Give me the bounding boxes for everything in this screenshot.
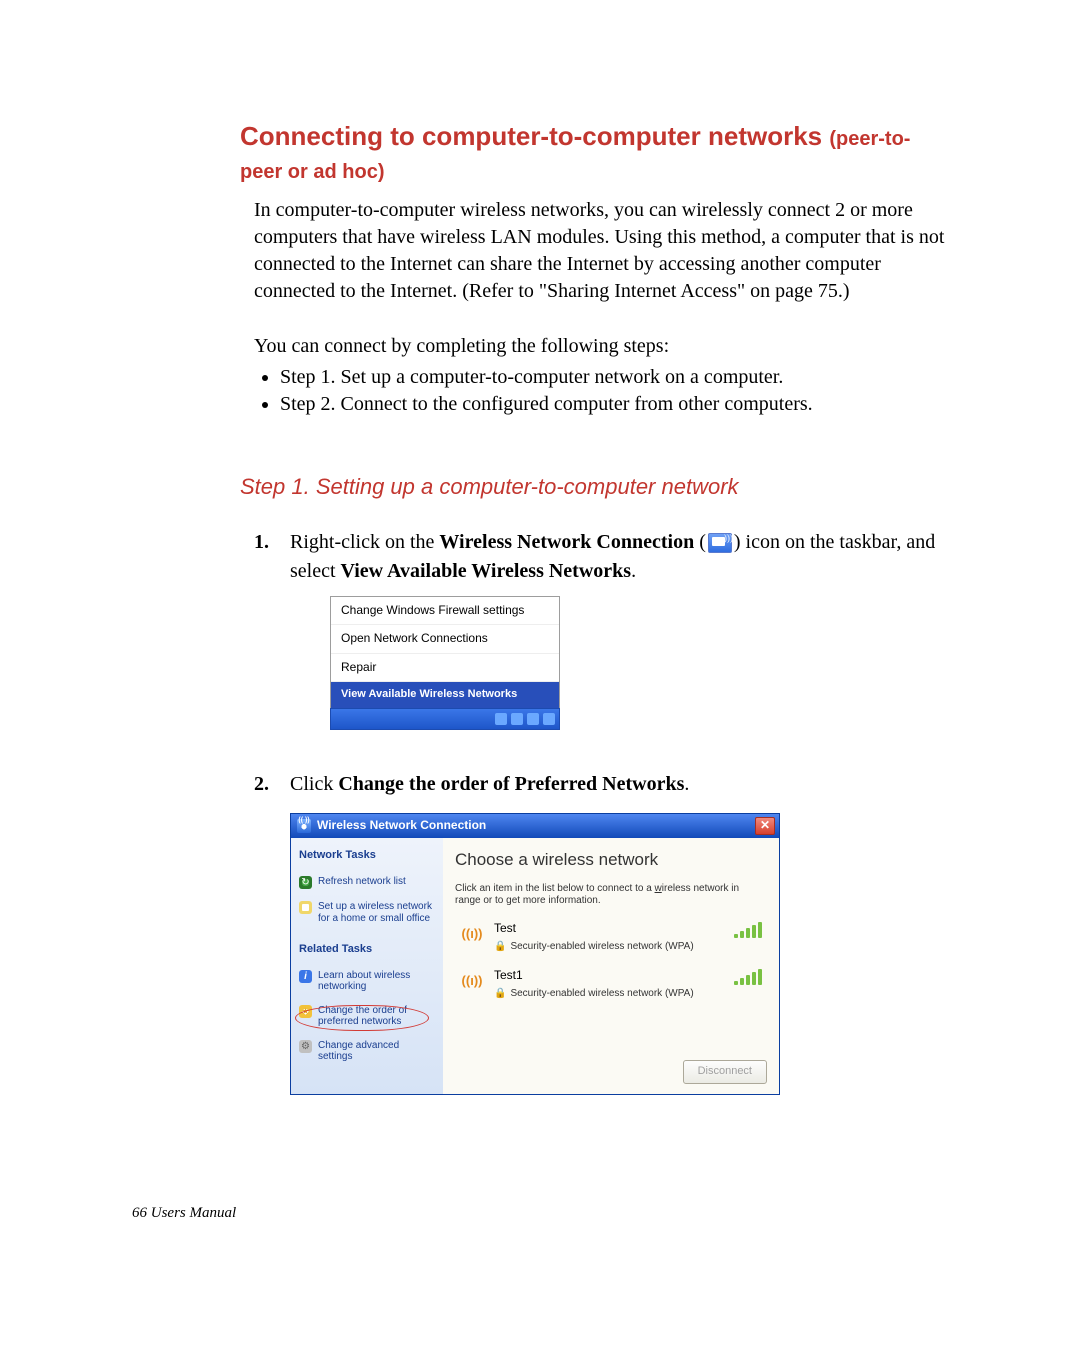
star-icon — [299, 1005, 312, 1018]
sidebar-refresh-list[interactable]: Refresh network list — [299, 876, 435, 889]
lock-icon: 🔒 — [494, 940, 506, 955]
network-security: Security-enabled wireless network (WPA) — [510, 987, 693, 1002]
close-button[interactable]: ✕ — [755, 817, 775, 835]
sidebar-heading-network-tasks: Network Tasks — [299, 848, 435, 864]
intro-paragraph: In computer-to-computer wireless network… — [254, 197, 950, 305]
wireless-tray-icon — [708, 533, 732, 553]
wireless-signal-icon: ((ı)) — [460, 920, 484, 950]
close-icon: ✕ — [760, 817, 770, 834]
overview-steps-list: Step 1. Set up a computer-to-computer ne… — [280, 366, 950, 416]
network-item-test[interactable]: ((ı)) Test 🔒 Security-enabled wireless n… — [455, 915, 767, 962]
connect-lead: You can connect by completing the follow… — [254, 333, 950, 360]
sidebar-change-order[interactable]: Change the order of preferred networks — [299, 1005, 435, 1028]
ctx-repair[interactable]: Repair — [331, 653, 559, 681]
system-tray — [330, 708, 560, 730]
network-name: Test — [494, 920, 724, 937]
context-menu: Change Windows Firewall settings Open Ne… — [330, 596, 560, 709]
instruction-1-number: 1. — [254, 528, 276, 754]
refresh-icon — [299, 876, 312, 889]
page-footer: 66 Users Manual — [132, 1205, 950, 1222]
signal-strength-icon — [734, 920, 762, 938]
heading-main: Connecting to computer-to-computer netwo… — [240, 121, 829, 151]
gear-icon — [299, 1040, 312, 1053]
ctx-firewall[interactable]: Change Windows Firewall settings — [331, 597, 559, 624]
signal-strength-icon — [734, 967, 762, 985]
choose-network-heading: Choose a wireless network — [455, 848, 767, 873]
tray-icon — [543, 713, 555, 725]
tray-icon — [511, 713, 523, 725]
network-security: Security-enabled wireless network (WPA) — [510, 940, 693, 955]
sidebar-learn-about[interactable]: Learn about wireless networking — [299, 970, 435, 993]
tray-icon — [527, 713, 539, 725]
info-icon — [299, 970, 312, 983]
overview-step-2: Step 2. Connect to the configured comput… — [280, 393, 950, 416]
wireless-dialog: Wireless Network Connection ✕ Network Ta… — [290, 813, 780, 1095]
wireless-signal-icon: ((ı)) — [460, 967, 484, 997]
disconnect-button[interactable]: Disconnect — [683, 1060, 767, 1084]
page-heading: Connecting to computer-to-computer netwo… — [240, 120, 950, 185]
choose-network-desc: Click an item in the list below to conne… — [455, 883, 767, 907]
setup-icon — [299, 901, 312, 914]
instruction-2-number: 2. — [254, 770, 276, 1095]
network-item-test1[interactable]: ((ı)) Test1 🔒 Security-enabled wireless … — [455, 962, 767, 1009]
overview-step-1: Step 1. Set up a computer-to-computer ne… — [280, 366, 950, 389]
step1-heading: Step 1. Setting up a computer-to-compute… — [240, 474, 950, 500]
sidebar-setup-network[interactable]: Set up a wireless network for a home or … — [299, 901, 435, 924]
instruction-2: 2. Click Change the order of Preferred N… — [254, 770, 950, 1095]
dialog-title: Wireless Network Connection — [317, 817, 486, 834]
dialog-sidebar: Network Tasks Refresh network list Set u… — [291, 838, 443, 1094]
dialog-main: Choose a wireless network Click an item … — [443, 838, 779, 1094]
dialog-titlebar: Wireless Network Connection ✕ — [291, 814, 779, 838]
tray-icon — [495, 713, 507, 725]
context-menu-figure: Change Windows Firewall settings Open Ne… — [330, 596, 560, 730]
sidebar-advanced-settings[interactable]: Change advanced settings — [299, 1040, 435, 1063]
wireless-icon — [297, 819, 311, 833]
network-name: Test1 — [494, 967, 724, 984]
lock-icon: 🔒 — [494, 987, 506, 1002]
instruction-1: 1. Right-click on the Wireless Network C… — [254, 528, 950, 754]
sidebar-heading-related-tasks: Related Tasks — [299, 942, 435, 958]
ctx-open-connections[interactable]: Open Network Connections — [331, 624, 559, 652]
ctx-view-available[interactable]: View Available Wireless Networks — [331, 681, 559, 708]
